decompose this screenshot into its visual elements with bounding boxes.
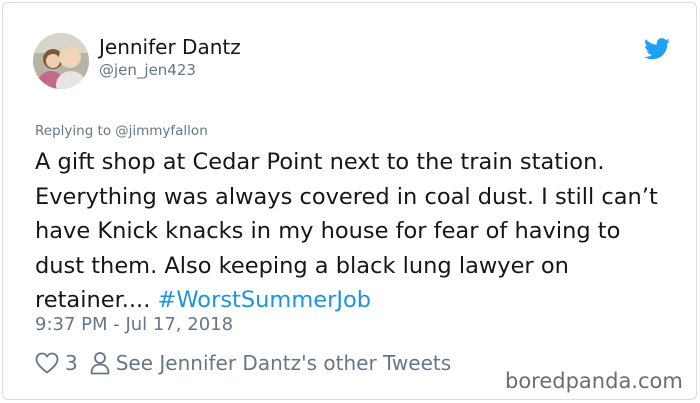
reply-target-link[interactable]: @jimmyfallon <box>115 123 208 139</box>
like-count: 3 <box>65 351 78 375</box>
tweet-text: A gift shop at Cedar Point next to the t… <box>35 145 675 318</box>
tweet-card: Jennifer Dantz @jen_jen423 Replying to @j… <box>2 2 697 400</box>
reply-context: Replying to @jimmyfallon <box>35 123 208 139</box>
other-tweets-link[interactable]: See Jennifer Dantz's other Tweets <box>116 351 451 375</box>
reply-prefix: Replying to <box>35 123 112 139</box>
author-handle[interactable]: @jen_jen423 <box>99 61 196 79</box>
tweet-actions: 3 See Jennifer Dantz's other Tweets <box>35 348 451 378</box>
profile-photo-icon <box>33 33 89 89</box>
heart-icon[interactable] <box>35 352 59 374</box>
boredpanda-watermark: boredpanda.com <box>505 369 683 393</box>
person-icon[interactable] <box>90 351 110 375</box>
hashtag-link[interactable]: #WorstSummerJob <box>158 287 372 313</box>
twitter-bird-icon[interactable] <box>644 38 670 60</box>
tweet-timestamp[interactable]: 9:37 PM - Jul 17, 2018 <box>35 314 233 335</box>
author-avatar[interactable] <box>33 33 89 89</box>
author-name[interactable]: Jennifer Dantz <box>99 35 241 59</box>
